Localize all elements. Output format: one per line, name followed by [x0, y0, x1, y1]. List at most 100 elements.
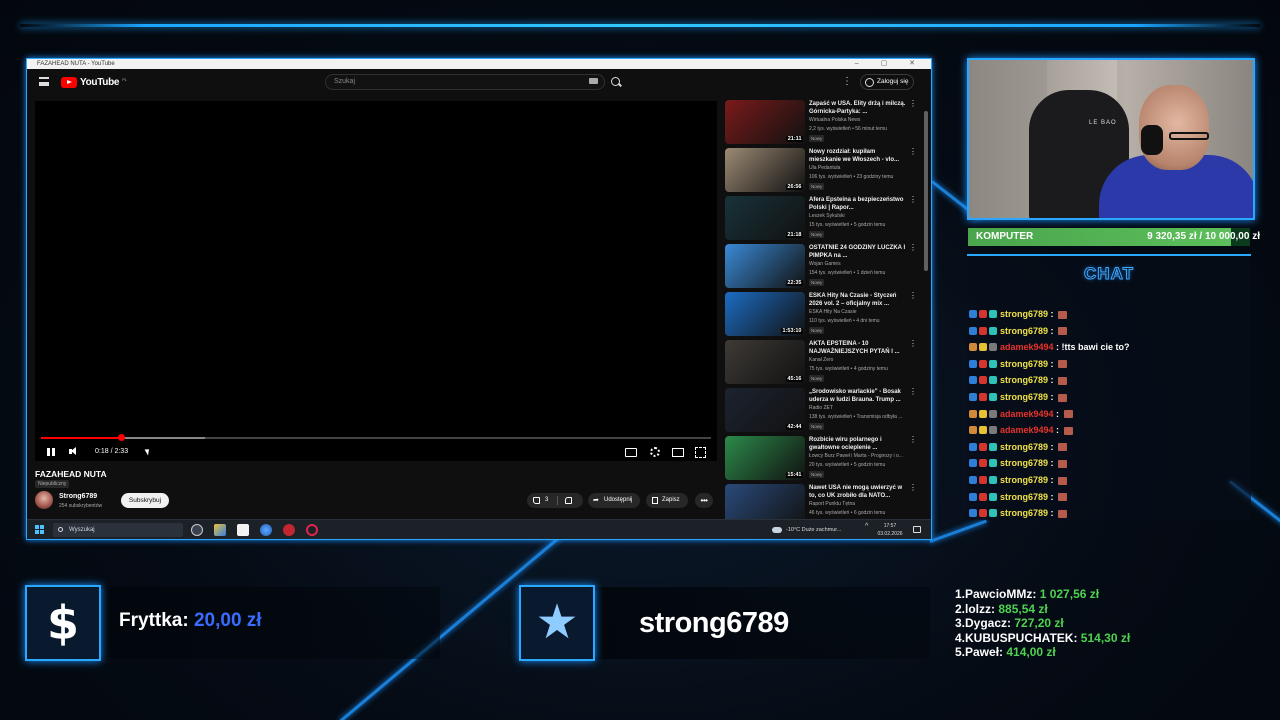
chat-emote-icon [1058, 493, 1068, 502]
search-input[interactable]: Szukaj [325, 74, 605, 90]
chat-username[interactable]: strong6789 [1000, 309, 1048, 319]
video-thumbnail[interactable]: 21:18 [725, 196, 805, 240]
notification-icon[interactable] [913, 526, 921, 533]
keyboard-icon[interactable] [589, 78, 598, 84]
recommendation-channel[interactable]: Radio ZET [809, 405, 833, 411]
recommendation-channel[interactable]: Wirtualna Polska News [809, 117, 860, 123]
recommendation-item[interactable]: 42:44 „Środowisko warlackie" - Bosak uder… [725, 387, 921, 435]
opera-icon[interactable] [306, 524, 318, 536]
video-thumbnail[interactable]: 21:11 [725, 100, 805, 144]
item-menu-icon[interactable]: ⋮ [909, 340, 917, 348]
store-icon[interactable] [237, 524, 249, 536]
channel-name[interactable]: Strong6789 [59, 493, 97, 500]
item-menu-icon[interactable]: ⋮ [909, 388, 917, 396]
recommendation-channel[interactable]: Ula Pedantula [809, 165, 840, 171]
recommendation-item[interactable]: 26:56 Nowy rozdział: kupiłam mieszkanie w… [725, 147, 921, 195]
task-view-icon[interactable] [191, 524, 203, 536]
chat-username[interactable]: strong6789 [1000, 508, 1048, 518]
theater-mode-icon[interactable] [672, 446, 684, 458]
dislike-icon[interactable] [565, 497, 572, 504]
browser-app-icon[interactable] [260, 524, 272, 536]
pause-icon[interactable] [47, 446, 55, 458]
taskbar-weather[interactable]: -10°C Duże zachmur... [772, 524, 841, 536]
file-explorer-icon[interactable] [214, 524, 226, 536]
like-icon[interactable] [533, 497, 540, 504]
video-thumbnail[interactable]: 45:16 [725, 340, 805, 384]
chat-username[interactable]: strong6789 [1000, 492, 1048, 502]
subtitles-icon[interactable] [625, 446, 637, 458]
recommendation-title[interactable]: Rozbicie wiru polarnego i gwałtowne ocie… [809, 436, 909, 452]
chat-separator: : [1048, 441, 1057, 452]
windows-start-icon[interactable] [35, 525, 44, 534]
recommendation-title[interactable]: Afera Epsteina a bezpieczeństwo Polski |… [809, 196, 909, 212]
chat-username[interactable]: adamek9494 [1000, 425, 1054, 435]
progress-knob[interactable] [118, 434, 126, 441]
tray-overflow-icon[interactable]: ^ [865, 523, 868, 530]
new-badge: Nowy [809, 375, 825, 382]
login-button[interactable]: Zaloguj się [860, 74, 914, 90]
taskbar-search-input[interactable]: Wyszukaj [53, 523, 183, 537]
recommendation-channel[interactable]: Kanał Zero [809, 357, 833, 363]
item-menu-icon[interactable]: ⋮ [909, 196, 917, 204]
recommendation-item[interactable]: 22:35 OSTATNIE 24 GODZINY LUCZKA I PIMPKA… [725, 243, 921, 291]
channel-avatar[interactable] [35, 491, 53, 509]
chat-username[interactable]: strong6789 [1000, 326, 1048, 336]
youtube-logo[interactable]: YouTube PL [61, 76, 127, 88]
recommendation-item[interactable]: 15:41 Rozbicie wiru polarnego i gwałtowne… [725, 435, 921, 483]
search-icon[interactable] [609, 75, 623, 89]
recommendation-item[interactable]: 45:16 AKTA EPSTEINA - 10 NAJWAŻNIEJSZYCH … [725, 339, 921, 387]
window-controls[interactable]: – ▢ ✕ [855, 59, 925, 69]
recommendation-channel[interactable]: Łowcy Burz Paweł i Marta - Prognozy i o.… [809, 453, 903, 459]
video-thumbnail[interactable]: 22:35 [725, 244, 805, 288]
recommendation-item[interactable]: 21:11 Zapaść w USA. Elity drżą i milczą. … [725, 99, 921, 147]
save-button[interactable]: Zapisz [646, 493, 688, 508]
video-thumbnail[interactable]: 42:44 [725, 388, 805, 432]
chat-username[interactable]: strong6789 [1000, 442, 1048, 452]
chat-username[interactable]: strong6789 [1000, 375, 1048, 385]
gift-badge-icon [979, 492, 987, 501]
fullscreen-icon[interactable] [695, 446, 706, 458]
chat-username[interactable]: strong6789 [1000, 359, 1048, 369]
item-menu-icon[interactable]: ⋮ [909, 244, 917, 252]
recommendation-item[interactable]: 1:53:10 ESKA Hity Na Czasie - Styczeń 202… [725, 291, 921, 339]
scrollbar[interactable] [924, 111, 928, 271]
recommendation-channel[interactable]: Raport Punktu Tętna [809, 501, 855, 507]
like-dislike-pill[interactable]: 3 [527, 493, 583, 508]
settings-gear-icon[interactable] [649, 446, 660, 458]
share-button[interactable]: ➦ Udostępnij [588, 493, 640, 508]
volume-icon[interactable] [69, 446, 79, 458]
recommendation-channel[interactable]: Wojan Games [809, 261, 841, 267]
video-thumbnail[interactable]: 1:53:10 [725, 292, 805, 336]
recommendation-title[interactable]: OSTATNIE 24 GODZINY LUCZKA I PIMPKA na .… [809, 244, 909, 260]
subscribe-button[interactable]: Subskrybuj [121, 493, 169, 508]
recommendation-item[interactable]: 21:18 Afera Epsteina a bezpieczeństwo Pol… [725, 195, 921, 243]
recommendation-title[interactable]: ESKA Hity Na Czasie - Styczeń 2026 vol. … [809, 292, 909, 308]
recommendation-title[interactable]: Nawet USA nie mogą uwierzyć w to, co UK … [809, 484, 909, 500]
recommendation-channel[interactable]: ESKA Hity Na Czasie [809, 309, 857, 315]
recommendation-title[interactable]: Nowy rozdział: kupiłam mieszkanie we Wło… [809, 148, 909, 164]
more-actions-button[interactable]: ••• [695, 493, 713, 508]
taskbar-clock[interactable]: 17:57 03.02.2026 [875, 522, 905, 538]
item-menu-icon[interactable]: ⋮ [909, 100, 917, 108]
video-player[interactable]: 0:18 / 2:33 [35, 101, 717, 461]
chat-username[interactable]: strong6789 [1000, 458, 1048, 468]
item-menu-icon[interactable]: ⋮ [909, 292, 917, 300]
video-thumbnail[interactable]: 15:41 [725, 436, 805, 480]
chat-username[interactable]: adamek9494 [1000, 342, 1054, 352]
chat-username[interactable]: strong6789 [1000, 475, 1048, 485]
recommendation-title[interactable]: Zapaść w USA. Elity drżą i milczą. Górni… [809, 100, 909, 116]
video-thumbnail[interactable]: 26:56 [725, 148, 805, 192]
chat-username[interactable]: strong6789 [1000, 392, 1048, 402]
recommendation-title[interactable]: „Środowisko warlackie" - Bosak uderza w … [809, 388, 909, 404]
item-menu-icon[interactable]: ⋮ [909, 148, 917, 156]
item-menu-icon[interactable]: ⋮ [909, 436, 917, 444]
game-app-icon[interactable] [283, 524, 295, 536]
prime-badge-icon [969, 376, 977, 385]
chat-username[interactable]: adamek9494 [1000, 409, 1054, 419]
recommendation-channel[interactable]: Leszek Sykulski [809, 213, 845, 219]
settings-menu-icon[interactable]: ⋮ [842, 76, 852, 88]
recommendation-title[interactable]: AKTA EPSTEINA - 10 NAJWAŻNIEJSZYCH PYTAŃ… [809, 340, 909, 356]
item-menu-icon[interactable]: ⋮ [909, 484, 917, 492]
hamburger-menu-icon[interactable] [39, 77, 49, 86]
progress-bar[interactable] [41, 434, 711, 441]
